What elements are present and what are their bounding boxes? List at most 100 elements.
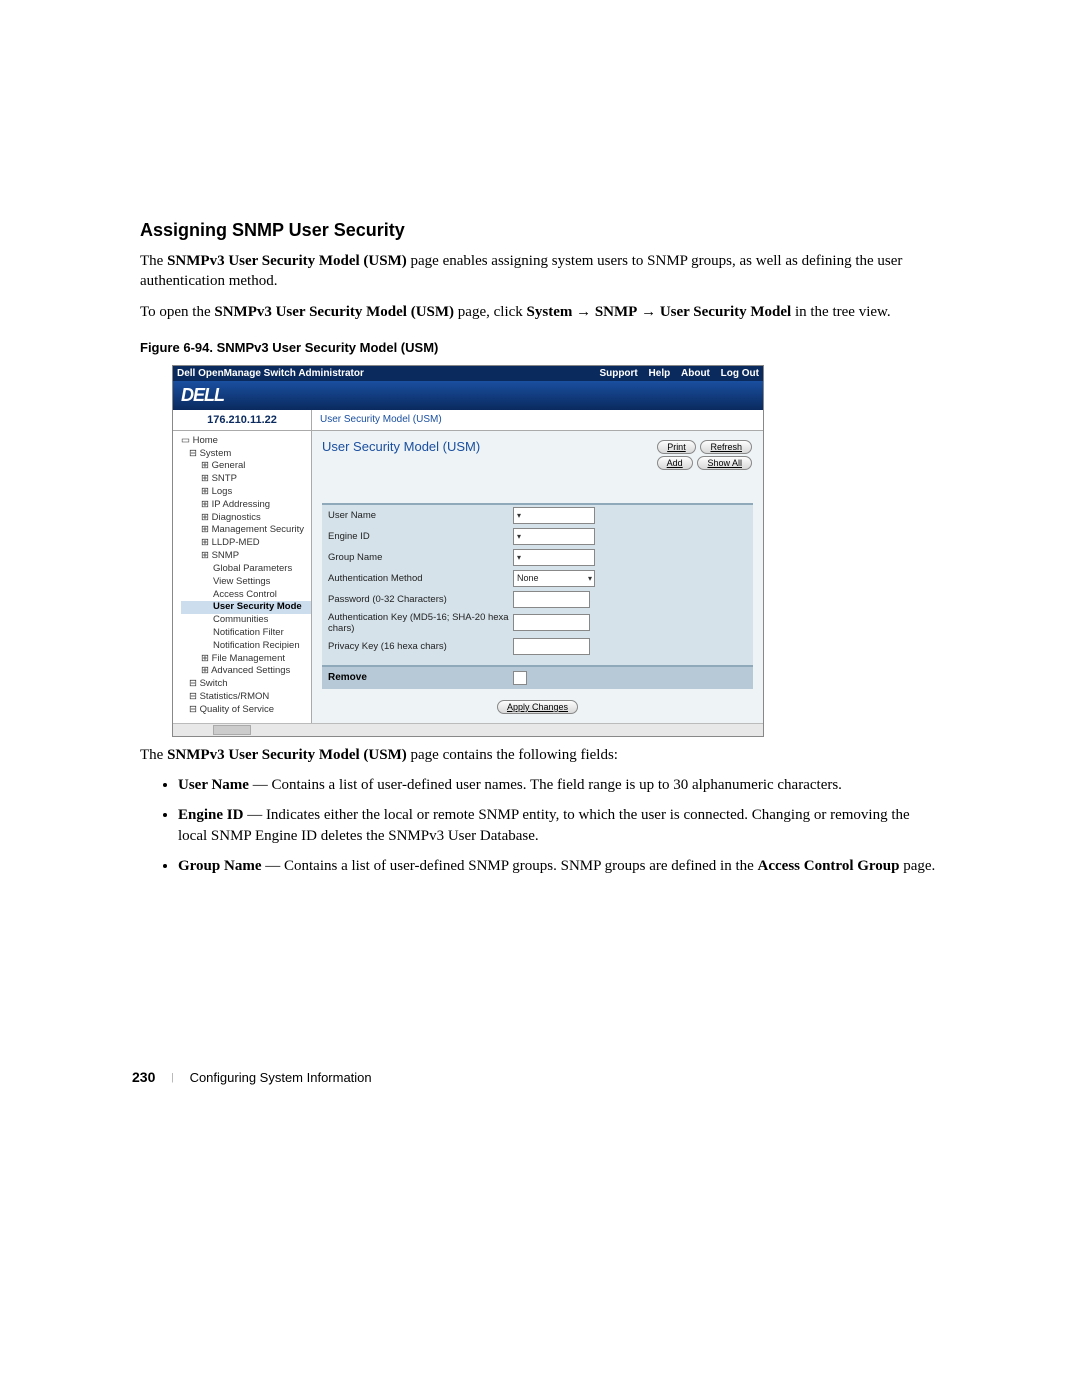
about-link[interactable]: About (681, 368, 710, 379)
field-desc: page. (899, 858, 935, 874)
arrow-icon: → (637, 304, 660, 320)
print-button[interactable]: Print (657, 440, 696, 454)
tree-node[interactable]: ⊞ General (181, 460, 311, 473)
remove-checkbox[interactable] (513, 671, 527, 685)
list-item: User Name — Contains a list of user-defi… (178, 775, 940, 795)
text: To open the (140, 304, 214, 320)
field-label: User Name (328, 510, 513, 521)
tree-node[interactable]: ⊞ LLDP-MED (181, 537, 311, 550)
password-input[interactable] (513, 591, 590, 608)
field-label: Group Name (328, 552, 513, 563)
help-link[interactable]: Help (649, 368, 671, 379)
bold-term: SNMPv3 User Security Model (USM) (167, 747, 407, 763)
group-name-select[interactable] (513, 549, 595, 566)
privacy-key-input[interactable] (513, 638, 590, 655)
add-button[interactable]: Add (657, 456, 693, 470)
tree-node[interactable]: ⊞ IP Addressing (181, 499, 311, 512)
tree-node[interactable]: ⊟ System (181, 448, 311, 461)
show-all-button[interactable]: Show All (697, 456, 752, 470)
screenshot-figure: Dell OpenManage Switch Administrator Sup… (172, 365, 764, 737)
para-fields-intro: The SNMPv3 User Security Model (USM) pag… (140, 745, 940, 765)
field-name: Group Name (178, 858, 261, 874)
text: page, click (454, 304, 526, 320)
header-links: Support Help About Log Out (591, 368, 759, 379)
field-list: User Name — Contains a list of user-defi… (140, 775, 940, 876)
breadcrumb-bar: 176.210.11.22 User Security Model (USM) (173, 410, 763, 431)
tree-node[interactable]: ⊞ Advanced Settings (181, 665, 311, 678)
dell-logo: DELL (181, 385, 224, 405)
tree-node[interactable]: Notification Filter (181, 627, 311, 640)
text: page contains the following fields: (407, 747, 618, 763)
page-number: 230 (132, 1069, 155, 1085)
footer-separator-icon: | (171, 1071, 173, 1083)
figure-caption: Figure 6-94. SNMPv3 User Security Model … (140, 340, 940, 355)
tree-node[interactable]: ⊞ Diagnostics (181, 512, 311, 525)
tree-node[interactable]: ⊟ Quality of Service (181, 704, 311, 717)
scrollbar-thumb[interactable] (213, 725, 251, 735)
field-label: Password (0-32 Characters) (328, 594, 513, 605)
tree-node[interactable]: Notification Recipien (181, 640, 311, 653)
user-name-select[interactable] (513, 507, 595, 524)
bold-term: SNMPv3 User Security Model (USM) (167, 253, 407, 269)
main-panel: User Security Model (USM) Print Refresh … (312, 431, 763, 723)
bold-term: Access Control Group (758, 858, 900, 874)
tree-node[interactable]: User Security Mode (181, 601, 311, 614)
tree-node[interactable]: ▭ Home (181, 435, 311, 448)
bold-term: SNMPv3 User Security Model (USM) (214, 304, 454, 320)
remove-label: Remove (328, 672, 513, 683)
text: The (140, 253, 167, 269)
tree-node[interactable]: ⊞ SNTP (181, 473, 311, 486)
field-desc: — Contains a list of user-defined user n… (249, 777, 842, 793)
field-desc: — Indicates either the local or remote S… (178, 807, 910, 843)
auth-key-input[interactable] (513, 614, 590, 631)
para-1: The SNMPv3 User Security Model (USM) pag… (140, 251, 940, 292)
tree-node[interactable]: ⊟ Statistics/RMON (181, 691, 311, 704)
tree-node[interactable]: View Settings (181, 576, 311, 589)
tree-node[interactable]: ⊞ Logs (181, 486, 311, 499)
window-titlebar: Dell OpenManage Switch Administrator Sup… (173, 366, 763, 381)
auth-method-select[interactable]: None (513, 570, 595, 587)
field-label: Engine ID (328, 531, 513, 542)
apply-changes-button[interactable]: Apply Changes (497, 700, 578, 714)
horizontal-scrollbar[interactable] (173, 723, 763, 736)
logo-bar: DELL (173, 381, 763, 410)
form-panel: User Name Engine ID Group Name Authentic… (322, 503, 753, 689)
tree-node[interactable]: Access Control (181, 589, 311, 602)
tree-node[interactable]: Communities (181, 614, 311, 627)
nav-tree[interactable]: ▭ Home⊟ System⊞ General⊞ SNTP⊞ Logs⊞ IP … (173, 431, 312, 723)
field-name: User Name (178, 777, 249, 793)
menu-path: System (527, 304, 573, 320)
support-link[interactable]: Support (599, 368, 637, 379)
auth-method-value: None (517, 573, 539, 583)
page-footer: 230 | Configuring System Information (132, 1069, 372, 1085)
remove-row: Remove (322, 665, 753, 689)
device-ip: 176.210.11.22 (173, 410, 312, 430)
tree-node[interactable]: ⊟ Switch (181, 678, 311, 691)
field-name: Engine ID (178, 807, 243, 823)
tree-node[interactable]: ⊞ Management Security (181, 524, 311, 537)
arrow-icon: → (572, 304, 595, 320)
logout-link[interactable]: Log Out (721, 368, 759, 379)
chapter-title: Configuring System Information (190, 1070, 372, 1085)
section-heading: Assigning SNMP User Security (140, 220, 940, 241)
field-label: Privacy Key (16 hexa chars) (328, 641, 513, 652)
tree-node[interactable]: ⊞ File Management (181, 653, 311, 666)
engine-id-select[interactable] (513, 528, 595, 545)
text: The (140, 747, 167, 763)
window-title: Dell OpenManage Switch Administrator (177, 368, 364, 379)
list-item: Group Name — Contains a list of user-def… (178, 856, 940, 876)
menu-path: User Security Model (660, 304, 791, 320)
field-label: Authentication Key (MD5-16; SHA-20 hexa … (328, 612, 513, 634)
para-2: To open the SNMPv3 User Security Model (… (140, 302, 940, 322)
list-item: Engine ID — Indicates either the local o… (178, 805, 940, 846)
tree-node[interactable]: ⊞ SNMP (181, 550, 311, 563)
refresh-button[interactable]: Refresh (700, 440, 752, 454)
menu-path: SNMP (595, 304, 638, 320)
field-desc: — Contains a list of user-defined SNMP g… (261, 858, 757, 874)
tree-node[interactable]: Global Parameters (181, 563, 311, 576)
screenshot-body: ▭ Home⊟ System⊞ General⊞ SNTP⊞ Logs⊞ IP … (173, 431, 763, 723)
field-label: Authentication Method (328, 573, 513, 584)
page-title: User Security Model (USM) (322, 439, 480, 454)
text: in the tree view. (791, 304, 890, 320)
document-page: Assigning SNMP User Security The SNMPv3 … (0, 0, 1080, 1397)
